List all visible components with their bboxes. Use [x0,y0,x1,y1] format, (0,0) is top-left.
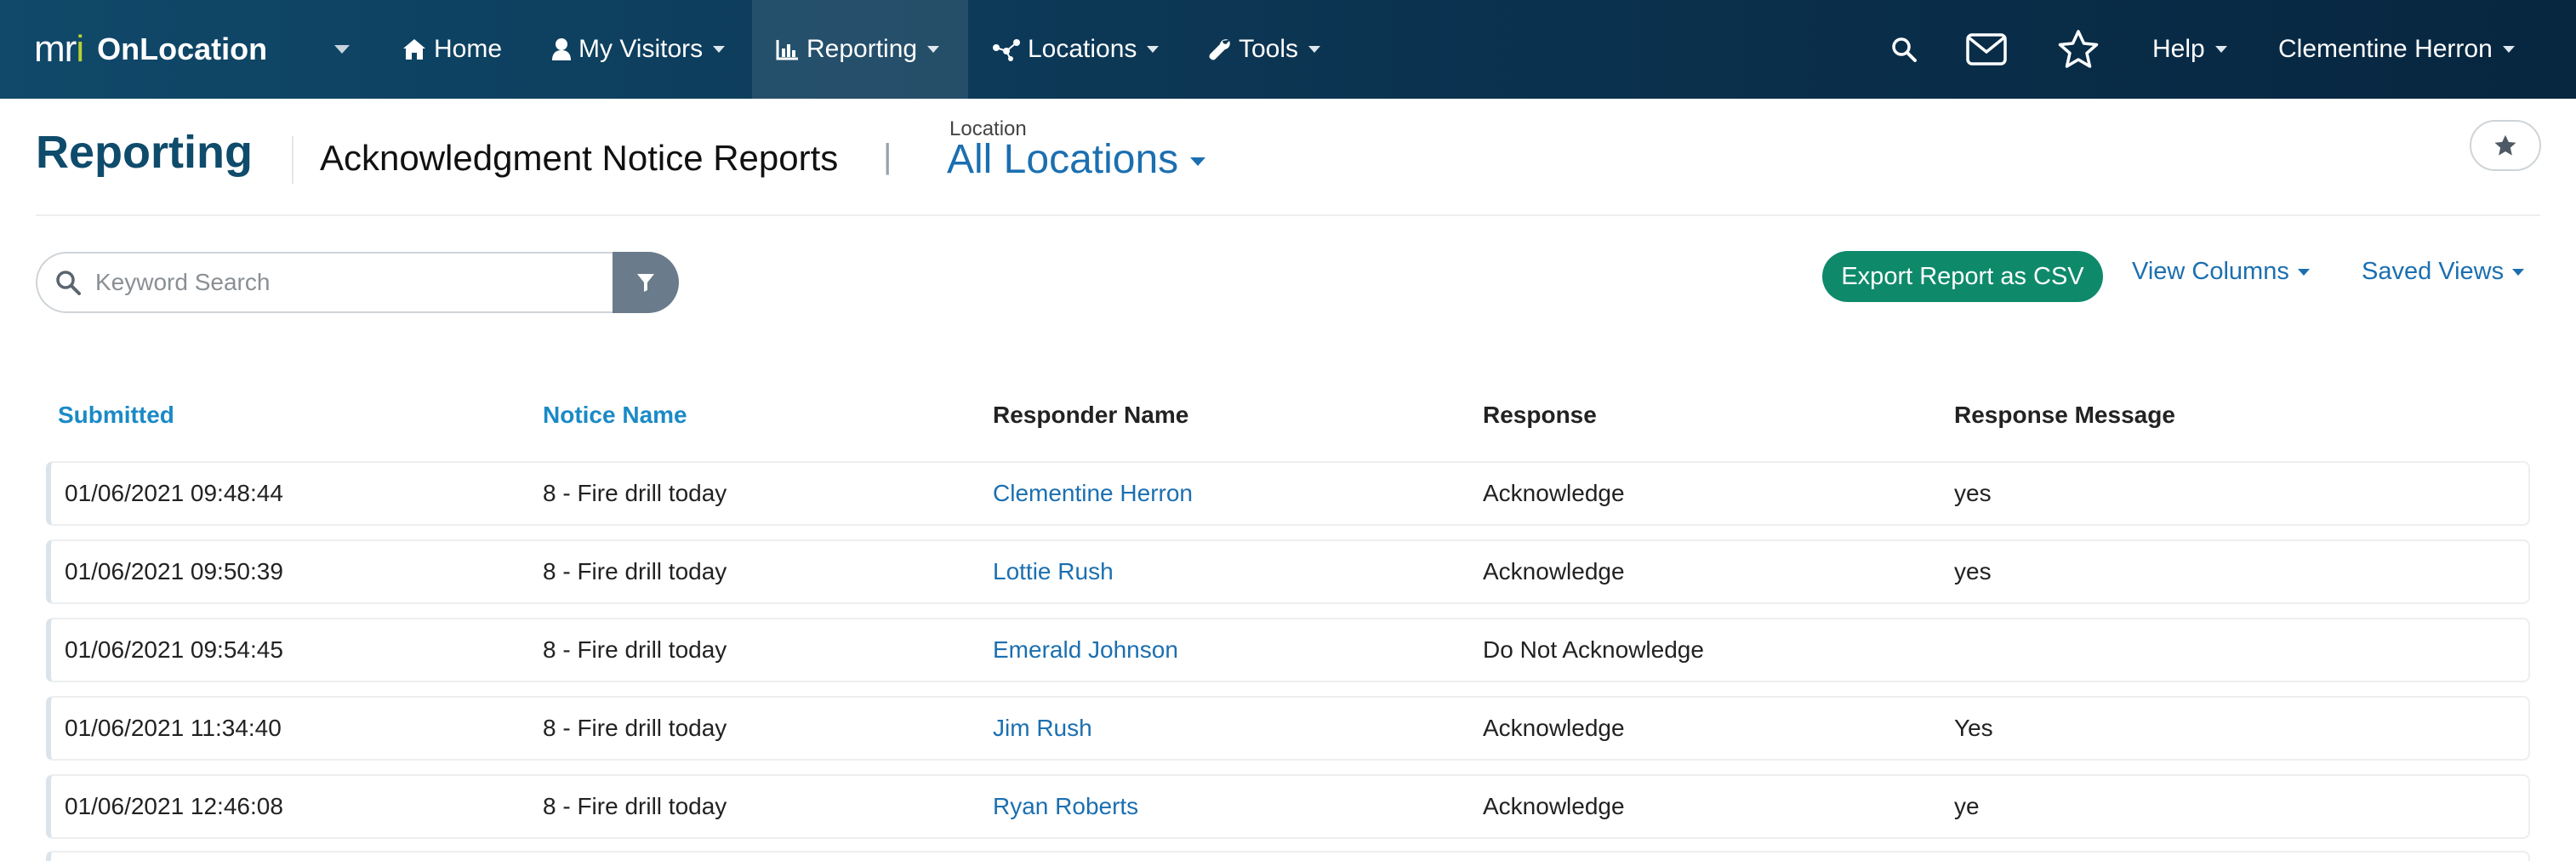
chevron-down-icon [927,46,940,53]
cell-response-message: Yes [1954,715,1993,741]
user-menu[interactable]: Clementine Herron [2278,0,2515,99]
brand-name: OnLocation [97,31,268,66]
mri-logo: mri [34,28,84,70]
responder-link[interactable]: Lottie Rush [993,541,1114,602]
header-divider [36,214,2540,216]
table-row[interactable]: 01/06/2021 09:50:39 8 - Fire drill today… [46,539,2530,604]
cell-response: Acknowledge [1483,715,1625,741]
nav-tools-label: Tools [1239,35,1299,63]
chart-icon [776,40,798,60]
column-header-response: Response [1483,402,1597,428]
table-row[interactable]: 01/06/2021 11:34:40 8 - Fire drill today… [46,696,2530,761]
locations-icon [993,39,1020,61]
favorite-page-button[interactable] [2470,120,2541,171]
column-header-responder-name: Responder Name [993,402,1189,428]
cell-response: Do Not Acknowledge [1483,636,1704,663]
cell-submitted: 01/06/2021 09:48:44 [65,480,283,506]
home-icon [403,39,425,60]
search-icon [56,271,81,295]
brand[interactable]: mri OnLocation [34,0,267,99]
favorites-button[interactable] [2057,0,2100,99]
cell-response-message: yes [1954,480,1992,506]
wrench-icon [1209,39,1230,60]
responder-link[interactable]: Clementine Herron [993,463,1193,524]
cell-response: Acknowledge [1483,793,1625,819]
cell-submitted: 01/06/2021 11:34:40 [65,715,282,741]
header-separator: | [883,138,892,175]
report-title: Acknowledgment Notice Reports [320,138,839,178]
chevron-down-icon [1147,46,1160,53]
nav-my-visitors-label: My Visitors [578,35,704,63]
cell-notice-name: 8 - Fire drill today [543,480,727,506]
user-icon [552,38,571,60]
location-selector[interactable]: All Locations [947,136,1206,183]
cell-response-message: ye [1954,793,1980,819]
table-row-partial [46,851,2530,861]
user-name: Clementine Herron [2278,35,2493,63]
nav-locations-label: Locations [1028,35,1137,63]
nav-reporting-label: Reporting [806,35,918,63]
nav-tools[interactable]: Tools [1208,0,1321,99]
nav-help-label: Help [2152,35,2205,63]
chevron-down-icon [2502,46,2515,53]
responder-link[interactable]: Jim Rush [993,698,1092,759]
export-csv-button[interactable]: Export Report as CSV [1822,251,2103,302]
messages-button[interactable] [1966,0,2007,99]
column-header-response-message: Response Message [1954,402,2175,428]
cell-submitted: 01/06/2021 09:54:45 [65,636,283,663]
column-header-notice-name[interactable]: Notice Name [543,402,687,429]
app-switcher-caret[interactable] [334,45,350,54]
cell-response-message: yes [1954,558,1992,584]
nav-home[interactable]: Home [402,0,502,99]
column-header-submitted[interactable]: Submitted [58,402,174,429]
search-icon [1892,37,1917,62]
nav-home-label: Home [434,35,503,63]
table-row[interactable]: 01/06/2021 09:54:45 8 - Fire drill today… [46,618,2530,682]
cell-response: Acknowledge [1483,558,1625,584]
cell-notice-name: 8 - Fire drill today [543,636,727,663]
nav-locations[interactable]: Locations [992,0,1160,99]
top-navigation-bar: mri OnLocation Home My Visitors Reportin… [0,0,2576,99]
location-value: All Locations [947,137,1179,182]
title-divider [292,136,294,184]
cell-submitted: 01/06/2021 09:50:39 [65,558,283,584]
star-icon [2494,134,2516,156]
cell-notice-name: 8 - Fire drill today [543,793,727,819]
cell-notice-name: 8 - Fire drill today [543,558,727,584]
nav-help[interactable]: Help [2152,0,2227,99]
chevron-down-icon [2214,46,2227,53]
star-icon [2058,30,2099,68]
saved-views-label: Saved Views [2362,258,2505,285]
search-input[interactable] [95,269,589,296]
filter-button[interactable] [613,252,679,313]
cell-notice-name: 8 - Fire drill today [543,715,727,741]
table-row[interactable]: 01/06/2021 09:48:44 8 - Fire drill today… [46,461,2530,526]
chevron-down-icon [2297,268,2310,276]
cell-submitted: 01/06/2021 12:46:08 [65,793,283,819]
saved-views-dropdown[interactable]: Saved Views [2362,258,2525,286]
chevron-down-icon [713,46,726,53]
page-title: Reporting [36,127,253,178]
table-row[interactable]: 01/06/2021 12:46:08 8 - Fire drill today… [46,774,2530,839]
chevron-down-icon [1190,157,1206,166]
nav-my-visitors[interactable]: My Visitors [551,0,726,99]
view-columns-dropdown[interactable]: View Columns [2132,258,2310,286]
responder-link[interactable]: Emerald Johnson [993,619,1178,681]
filter-icon [637,274,654,292]
chevron-down-icon [1308,46,1321,53]
search-button[interactable] [1890,0,1918,99]
keyword-search [36,252,614,313]
responder-link[interactable]: Ryan Roberts [993,776,1138,837]
chevron-down-icon [2512,268,2525,276]
envelope-icon [1966,33,2007,66]
view-columns-label: View Columns [2132,258,2289,285]
cell-response: Acknowledge [1483,480,1625,506]
nav-reporting[interactable]: Reporting [752,0,968,99]
